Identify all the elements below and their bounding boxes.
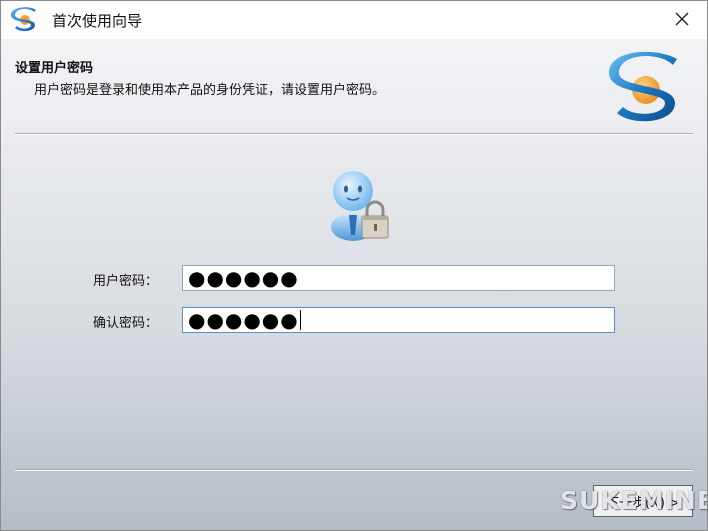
password-label: 用户密码： [92, 274, 158, 289]
confirm-password-value: ●●●●●● [188, 308, 299, 332]
password-field[interactable]: ●●●●●● [182, 265, 615, 291]
user-lock-icon [331, 171, 389, 241]
confirm-password-field[interactable]: ●●●●●● [182, 307, 615, 333]
password-value: ●●●●●● [188, 266, 299, 290]
text-caret [299, 310, 301, 330]
title-bar: 首次使用向导 [1, 1, 707, 39]
page-description: 用户密码是登录和使用本产品的身份凭证，请设置用户密码。 [34, 83, 386, 98]
page-title: 设置用户密码 [15, 61, 94, 76]
confirm-password-label: 确认密码： [92, 316, 158, 331]
next-button[interactable]: 下一步(N) > [593, 485, 693, 517]
wizard-window: 首次使用向导 设置用户密码 用户密码是登录和使用本产品的身份凭证，请设置用户密码… [0, 0, 708, 531]
app-logo-icon [11, 7, 36, 32]
close-button[interactable] [663, 3, 701, 35]
close-icon [675, 12, 689, 26]
brand-logo-icon [609, 51, 677, 122]
window-title: 首次使用向导 [52, 12, 143, 30]
footer-divider [15, 469, 693, 471]
header-divider [15, 133, 693, 135]
wizard-content: 设置用户密码 用户密码是登录和使用本产品的身份凭证，请设置用户密码。 用户密码：… [1, 39, 707, 530]
